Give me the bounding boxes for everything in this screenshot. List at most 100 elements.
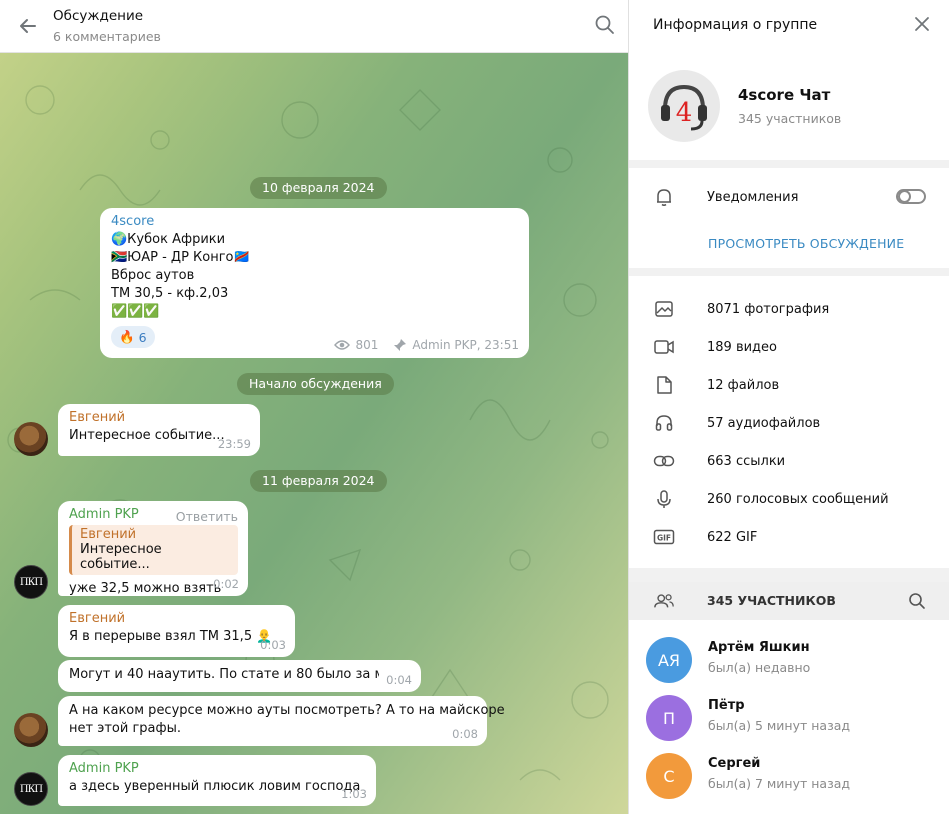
reaction-count: 6 <box>138 329 147 345</box>
post-line: ✅✅✅ <box>111 304 160 319</box>
headset-logo-icon: 4 <box>661 84 707 131</box>
message-text: Могут и 40 нааутить. По стате и 80 было … <box>69 667 379 682</box>
date-separator: 10 февраля 2024 <box>250 177 387 199</box>
media-row-video[interactable]: 189 видео <box>629 328 949 366</box>
post-line: Вброс аутов <box>111 268 195 283</box>
members-list: АЯ Артём Яшкин был(а) недавно П Пётр был… <box>629 620 949 814</box>
media-label: 12 файлов <box>707 377 780 393</box>
message-author: Admin PKP <box>69 761 139 776</box>
member-avatar: С <box>646 753 692 799</box>
media-row-files[interactable]: 12 файлов <box>629 366 949 404</box>
member-name: Артём Яшкин <box>708 640 810 655</box>
headphones-icon <box>653 412 675 434</box>
member-item[interactable]: С Сергей был(а) 7 минут назад <box>629 748 949 806</box>
avatar-initials: ПКП <box>19 576 43 588</box>
back-arrow-icon[interactable] <box>14 12 42 40</box>
reply-button[interactable]: Ответить <box>176 509 238 524</box>
avatar-initials: ПКП <box>19 783 43 795</box>
info-title: Информация о группе <box>653 17 818 33</box>
fire-emoji: 🔥 <box>119 329 135 344</box>
media-row-links[interactable]: 663 ссылки <box>629 442 949 480</box>
message-bubble[interactable]: А на каком ресурсе можно ауты посмотреть… <box>58 696 505 746</box>
member-avatar: АЯ <box>646 637 692 683</box>
member-item[interactable]: П Пётр был(а) 5 минут назад <box>629 690 949 748</box>
gif-icon: GIF <box>653 526 675 548</box>
post-meta: 801 Admin PKP, 23:51 <box>334 338 519 352</box>
media-row-voice[interactable]: 260 голосовых сообщений <box>629 480 949 518</box>
message-bubble[interactable]: Могут и 40 нааутить. По стате и 80 было … <box>58 660 421 692</box>
link-icon <box>653 450 675 472</box>
message-time: 0:02 <box>213 577 239 591</box>
avatar[interactable] <box>14 713 48 747</box>
bell-icon <box>653 186 675 208</box>
post-author: 4score <box>111 214 155 229</box>
chat-title: Обсуждение <box>53 8 144 24</box>
message-bubble[interactable]: Admin PKP а здесь уверенный плюсик ловим… <box>58 755 376 806</box>
quote-text: Интересное событие... <box>80 542 162 572</box>
group-avatar[interactable]: 4 <box>648 70 720 142</box>
message-text: нет этой графы. <box>69 721 182 736</box>
media-card: 8071 фотография 189 видео 12 файлов 57 а… <box>629 276 949 568</box>
comment-count: 6 комментариев <box>53 29 161 44</box>
video-icon <box>653 336 675 358</box>
reply-quote[interactable]: Евгений Интересное событие... <box>69 525 238 575</box>
media-label: 8071 фотография <box>707 301 830 317</box>
avatar[interactable]: ПКП <box>14 565 48 599</box>
media-label: 57 аудиофайлов <box>707 415 821 431</box>
post-line: 🌍Кубок Африки <box>111 232 226 247</box>
media-row-photos[interactable]: 8071 фотография <box>629 290 949 328</box>
message-time: 0:08 <box>452 727 478 741</box>
media-row-gif[interactable]: GIF 622 GIF <box>629 518 949 556</box>
pin-icon <box>394 339 407 351</box>
view-count: 801 <box>355 338 379 352</box>
post-signature: Admin PKP, 23:51 <box>412 338 519 352</box>
members-search-icon[interactable] <box>908 592 928 612</box>
message-text: Я в перерыве взял ТМ 31,5 👨‍🦲 <box>69 629 273 644</box>
group-name: 4score Чат <box>738 86 831 104</box>
group-info-pane: Информация о группе 4 4score Чат 345 уча… <box>628 0 949 814</box>
member-item[interactable]: АЯ Артём Яшкин был(а) недавно <box>629 632 949 690</box>
message-bubble[interactable]: Admin PKP Ответить Евгений Интересное со… <box>58 501 248 596</box>
eye-icon <box>334 340 351 350</box>
notifications-card: Уведомления <box>629 168 949 268</box>
avatar[interactable] <box>14 422 48 456</box>
media-row-audio[interactable]: 57 аудиофайлов <box>629 404 949 442</box>
message-bubble[interactable]: Евгений Я в перерыве взял ТМ 31,5 👨‍🦲 0:… <box>58 605 295 657</box>
message-time: 0:03 <box>260 638 286 652</box>
member-avatar: П <box>646 695 692 741</box>
message-bubble[interactable]: Евгений Интересное событие... 23:59 <box>58 404 260 456</box>
discussion-start-label: Начало обсуждения <box>237 373 394 395</box>
member-name: Пётр <box>708 698 745 713</box>
notifications-label: Уведомления <box>707 189 799 205</box>
reaction-chip[interactable]: 🔥 6 <box>111 326 155 348</box>
member-status: был(а) недавно <box>708 660 811 675</box>
avatar[interactable]: ПКП <box>14 772 48 806</box>
media-label: 260 голосовых сообщений <box>707 491 889 507</box>
post-line: 🇿🇦ЮАР - ДР Конго🇨🇩 <box>111 250 250 265</box>
group-header-card: Информация о группе 4 4score Чат 345 уча… <box>629 0 949 160</box>
message-text: А на каком ресурсе можно ауты посмотреть… <box>69 703 505 718</box>
group-member-count: 345 участников <box>738 111 842 126</box>
member-status: был(а) 7 минут назад <box>708 776 851 791</box>
member-name: Сергей <box>708 756 761 771</box>
users-icon <box>653 590 675 612</box>
file-icon <box>653 374 675 396</box>
message-author: Евгений <box>69 611 126 626</box>
view-discussion-link[interactable]: ПРОСМОТРЕТЬ ОБСУЖДЕНИЕ <box>708 236 904 251</box>
photo-icon <box>653 298 675 320</box>
microphone-icon <box>653 488 675 510</box>
date-separator: 11 февраля 2024 <box>250 470 387 492</box>
search-icon[interactable] <box>594 14 618 38</box>
members-header: 345 УЧАСТНИКОВ <box>629 582 949 620</box>
member-status: был(а) 5 минут назад <box>708 718 851 733</box>
message-time: 23:59 <box>217 437 251 451</box>
channel-post[interactable]: 4score 🌍Кубок Африки 🇿🇦ЮАР - ДР Конго🇨🇩 … <box>100 208 529 358</box>
quote-author: Евгений <box>80 527 137 542</box>
media-label: 622 GIF <box>707 529 758 545</box>
chat-header: Обсуждение 6 комментариев <box>0 0 628 53</box>
close-icon[interactable] <box>914 16 932 34</box>
message-time: 0:04 <box>386 673 412 687</box>
message-text: а здесь уверенный плюсик ловим господа <box>69 779 361 794</box>
notifications-toggle[interactable] <box>896 189 926 204</box>
message-time: 1:03 <box>341 787 367 801</box>
